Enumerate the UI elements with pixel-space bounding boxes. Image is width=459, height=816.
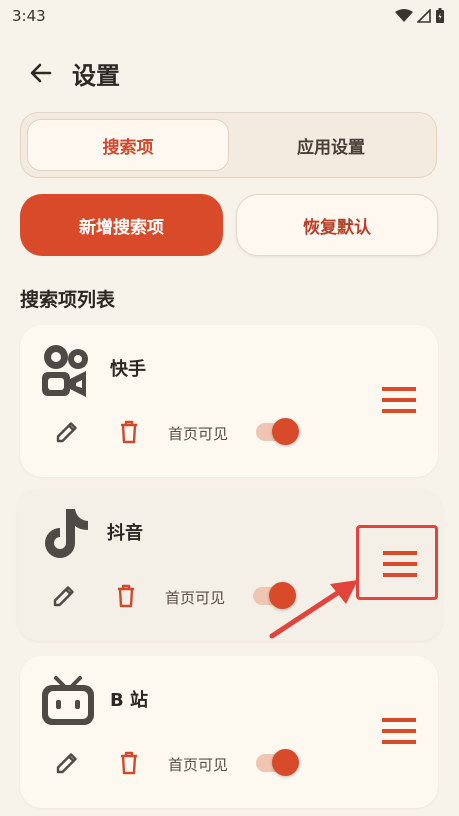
- add-search-item-button[interactable]: 新增搜索项: [20, 194, 223, 256]
- tab-app-settings[interactable]: 应用设置: [231, 119, 431, 171]
- page-title: 设置: [72, 62, 120, 90]
- edit-icon[interactable]: [54, 750, 80, 776]
- visible-label: 首页可见: [165, 589, 226, 607]
- item-name: 快手: [110, 359, 146, 380]
- restore-default-button[interactable]: 恢复默认: [236, 194, 438, 256]
- drag-handle-icon[interactable]: [382, 385, 416, 415]
- douyin-icon: [45, 509, 88, 558]
- visible-label: 首页可见: [168, 425, 229, 443]
- item-name: 抖音: [107, 523, 143, 544]
- wifi-icon: [395, 9, 413, 22]
- delete-icon[interactable]: [116, 750, 142, 776]
- settings-tabs: 搜索项 应用设置: [20, 112, 437, 178]
- list-item: B 站 首页可见: [20, 656, 438, 808]
- item-name: B 站: [110, 690, 148, 711]
- visible-toggle[interactable]: [256, 418, 300, 445]
- tab-search-items[interactable]: 搜索项: [27, 119, 229, 171]
- signal-icon: [417, 9, 431, 23]
- visible-toggle[interactable]: [256, 749, 300, 776]
- delete-icon[interactable]: [116, 419, 142, 445]
- drag-handle-icon[interactable]: [382, 716, 416, 746]
- status-bar: 3:43: [0, 0, 459, 34]
- section-title: 搜索项列表: [20, 289, 116, 311]
- battery-icon: [436, 8, 444, 23]
- list-item: 快手 首页可见: [20, 325, 438, 477]
- system-icons: [395, 8, 445, 24]
- kuaishou-icon: [42, 345, 88, 397]
- delete-icon[interactable]: [113, 583, 139, 609]
- back-arrow-icon[interactable]: [26, 58, 56, 88]
- edit-icon[interactable]: [54, 419, 80, 445]
- visible-label: 首页可见: [168, 756, 229, 774]
- edit-icon[interactable]: [51, 583, 77, 609]
- bilibili-icon: [42, 676, 94, 725]
- app-bar: 设置: [0, 50, 459, 96]
- annotation-arrow-icon: [269, 580, 358, 639]
- status-time: 3:43: [12, 7, 46, 25]
